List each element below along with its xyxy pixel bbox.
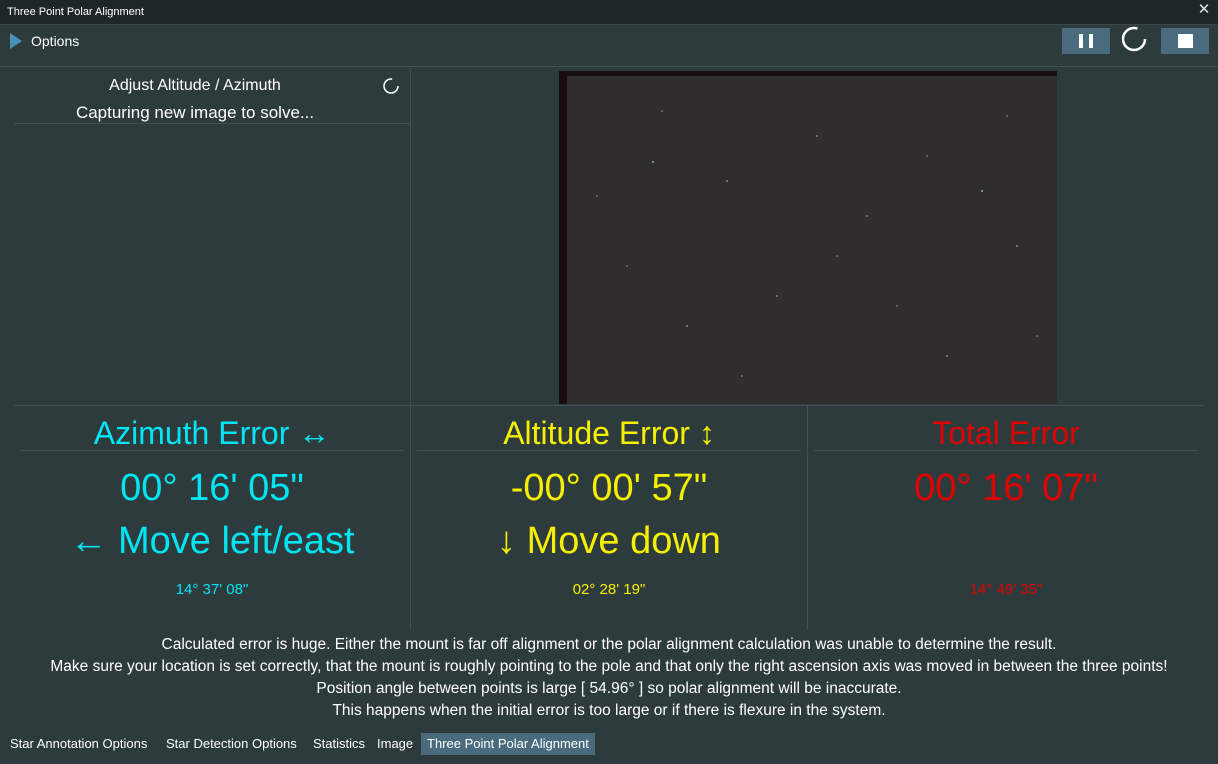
total-heading: Total Error xyxy=(932,415,1080,451)
azimuth-detail-value: 14° 37' 08" xyxy=(175,581,249,598)
window-title: Three Point Polar Alignment xyxy=(7,6,144,18)
total-error-value: 00° 16' 07" xyxy=(914,467,1098,509)
altitude-detail-value: 02° 28' 19" xyxy=(572,581,646,598)
tab-image[interactable]: Image xyxy=(377,733,413,755)
total-panel: Total Error 00° 16' 07" 14° 49' 35" xyxy=(808,405,1204,630)
status-message: Capturing new image to solve... xyxy=(75,103,315,122)
pause-icon-bar xyxy=(1089,34,1093,48)
warning-messages: Calculated error is huge. Either the mou… xyxy=(0,634,1218,722)
options-toggle[interactable]: Options xyxy=(31,33,79,49)
altitude-error-value: -00° 00' 57" xyxy=(510,467,708,509)
tab-star-detection-options[interactable]: Star Detection Options xyxy=(166,733,297,755)
pause-icon xyxy=(1079,34,1083,48)
title-bar: Three Point Polar Alignment ✕ xyxy=(0,0,1218,25)
azimuth-heading: Azimuth Error ↔ xyxy=(93,415,331,451)
warning-line: Make sure your location is set correctly… xyxy=(50,658,1168,675)
pause-button[interactable] xyxy=(1062,28,1110,54)
total-detail-value: 14° 49' 35" xyxy=(969,581,1043,598)
progress-spinner-icon xyxy=(383,78,399,94)
tab-star-annotation-options[interactable]: Star Annotation Options xyxy=(10,733,147,755)
status-divider xyxy=(14,123,410,124)
azimuth-panel: Azimuth Error ↔ 00° 16' 05" ← Move left/… xyxy=(14,405,410,630)
expand-triangle-icon[interactable] xyxy=(10,33,22,49)
status-title: Adjust Altitude / Azimuth xyxy=(109,77,281,94)
captured-star-image[interactable] xyxy=(559,71,1057,404)
altitude-move-instruction: ↓ Move down xyxy=(497,520,721,562)
tab-statistics[interactable]: Statistics xyxy=(313,733,365,755)
azimuth-error-value: 00° 16' 05" xyxy=(120,467,304,509)
azimuth-divider xyxy=(20,450,404,451)
tab-three-point-polar-alignment[interactable]: Three Point Polar Alignment xyxy=(421,733,595,755)
close-icon[interactable]: ✕ xyxy=(1196,2,1212,18)
toolbar: Options xyxy=(0,24,1218,66)
stop-button[interactable] xyxy=(1161,28,1209,54)
warning-line: This happens when the initial error is t… xyxy=(332,702,886,719)
toolbar-divider xyxy=(0,66,1218,67)
star-field xyxy=(567,76,1057,404)
altitude-panel: Altitude Error ↕ -00° 00' 57" ↓ Move dow… xyxy=(411,405,807,630)
altitude-divider xyxy=(417,450,801,451)
total-divider xyxy=(814,450,1198,451)
warning-line: Calculated error is huge. Either the mou… xyxy=(161,636,1057,653)
loading-spinner-icon xyxy=(1121,26,1147,52)
stop-icon xyxy=(1178,34,1193,48)
warning-line: Position angle between points is large [… xyxy=(316,680,902,697)
azimuth-move-instruction: ← Move left/east xyxy=(69,520,355,562)
left-pane-divider xyxy=(410,70,411,404)
altitude-heading: Altitude Error ↕ xyxy=(503,415,715,451)
